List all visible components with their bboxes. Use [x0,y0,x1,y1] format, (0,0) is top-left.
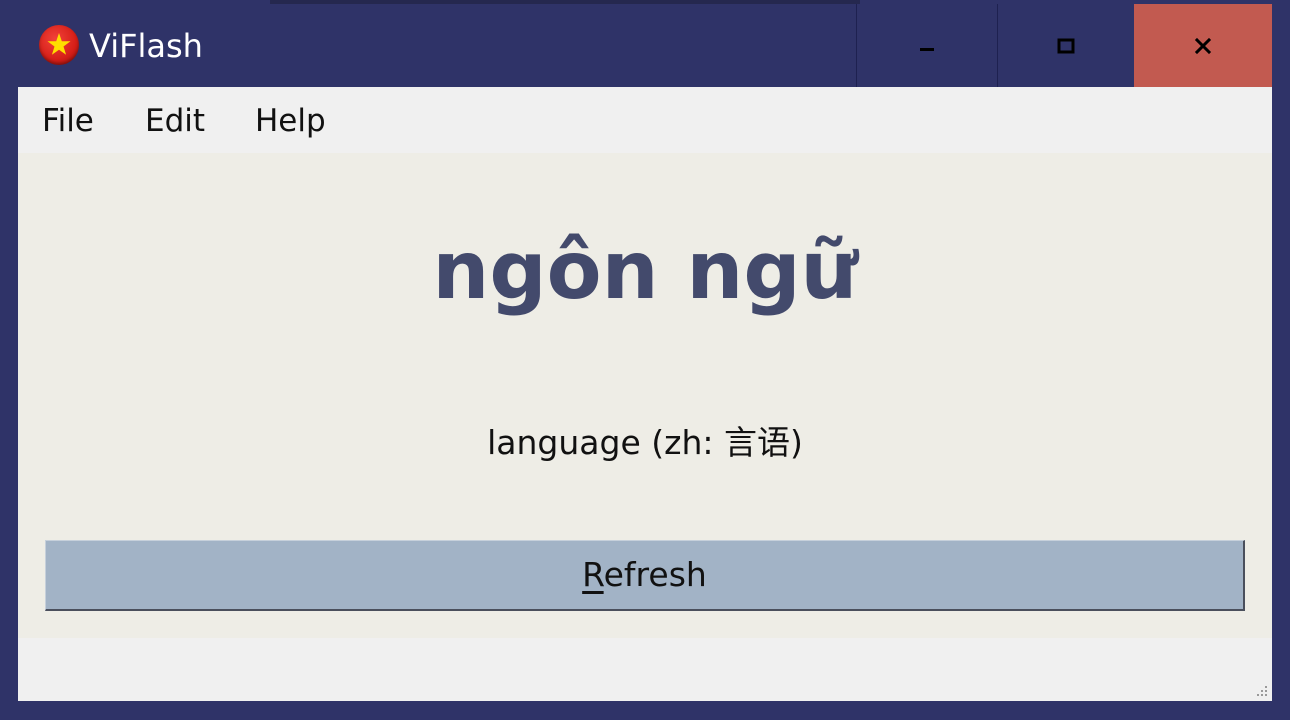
maximize-button[interactable] [997,4,1134,87]
window-bottom-border [0,701,1290,720]
menu-edit[interactable]: Edit [145,99,205,143]
menu-bar: File Edit Help [18,87,1272,153]
menu-help[interactable]: Help [255,99,326,143]
title-bar-top-edge [270,0,860,4]
minimize-icon [920,47,934,51]
resize-grip-icon[interactable] [1256,685,1268,697]
refresh-mnemonic: R [582,555,604,594]
vietnam-flag-icon [39,25,79,65]
app-window: ViFlash File Edit Help ngôn ngữ language… [0,0,1290,720]
close-icon [1194,37,1212,54]
client-area: File Edit Help ngôn ngữ language (zh: 言语… [18,87,1272,701]
menu-file[interactable]: File [42,99,94,143]
refresh-label: efresh [603,555,707,594]
title-bar[interactable]: ViFlash [0,0,1290,87]
maximize-icon [1057,38,1075,53]
minimize-button[interactable] [856,4,997,87]
flashcard-panel: ngôn ngữ language (zh: 言语) Refresh [18,153,1272,638]
flashcard-word: ngôn ngữ [432,224,858,317]
refresh-button[interactable]: Refresh [45,540,1245,611]
flashcard-translation: language (zh: 言语) [487,423,803,462]
close-button[interactable] [1134,4,1272,87]
window-title: ViFlash [89,27,203,65]
